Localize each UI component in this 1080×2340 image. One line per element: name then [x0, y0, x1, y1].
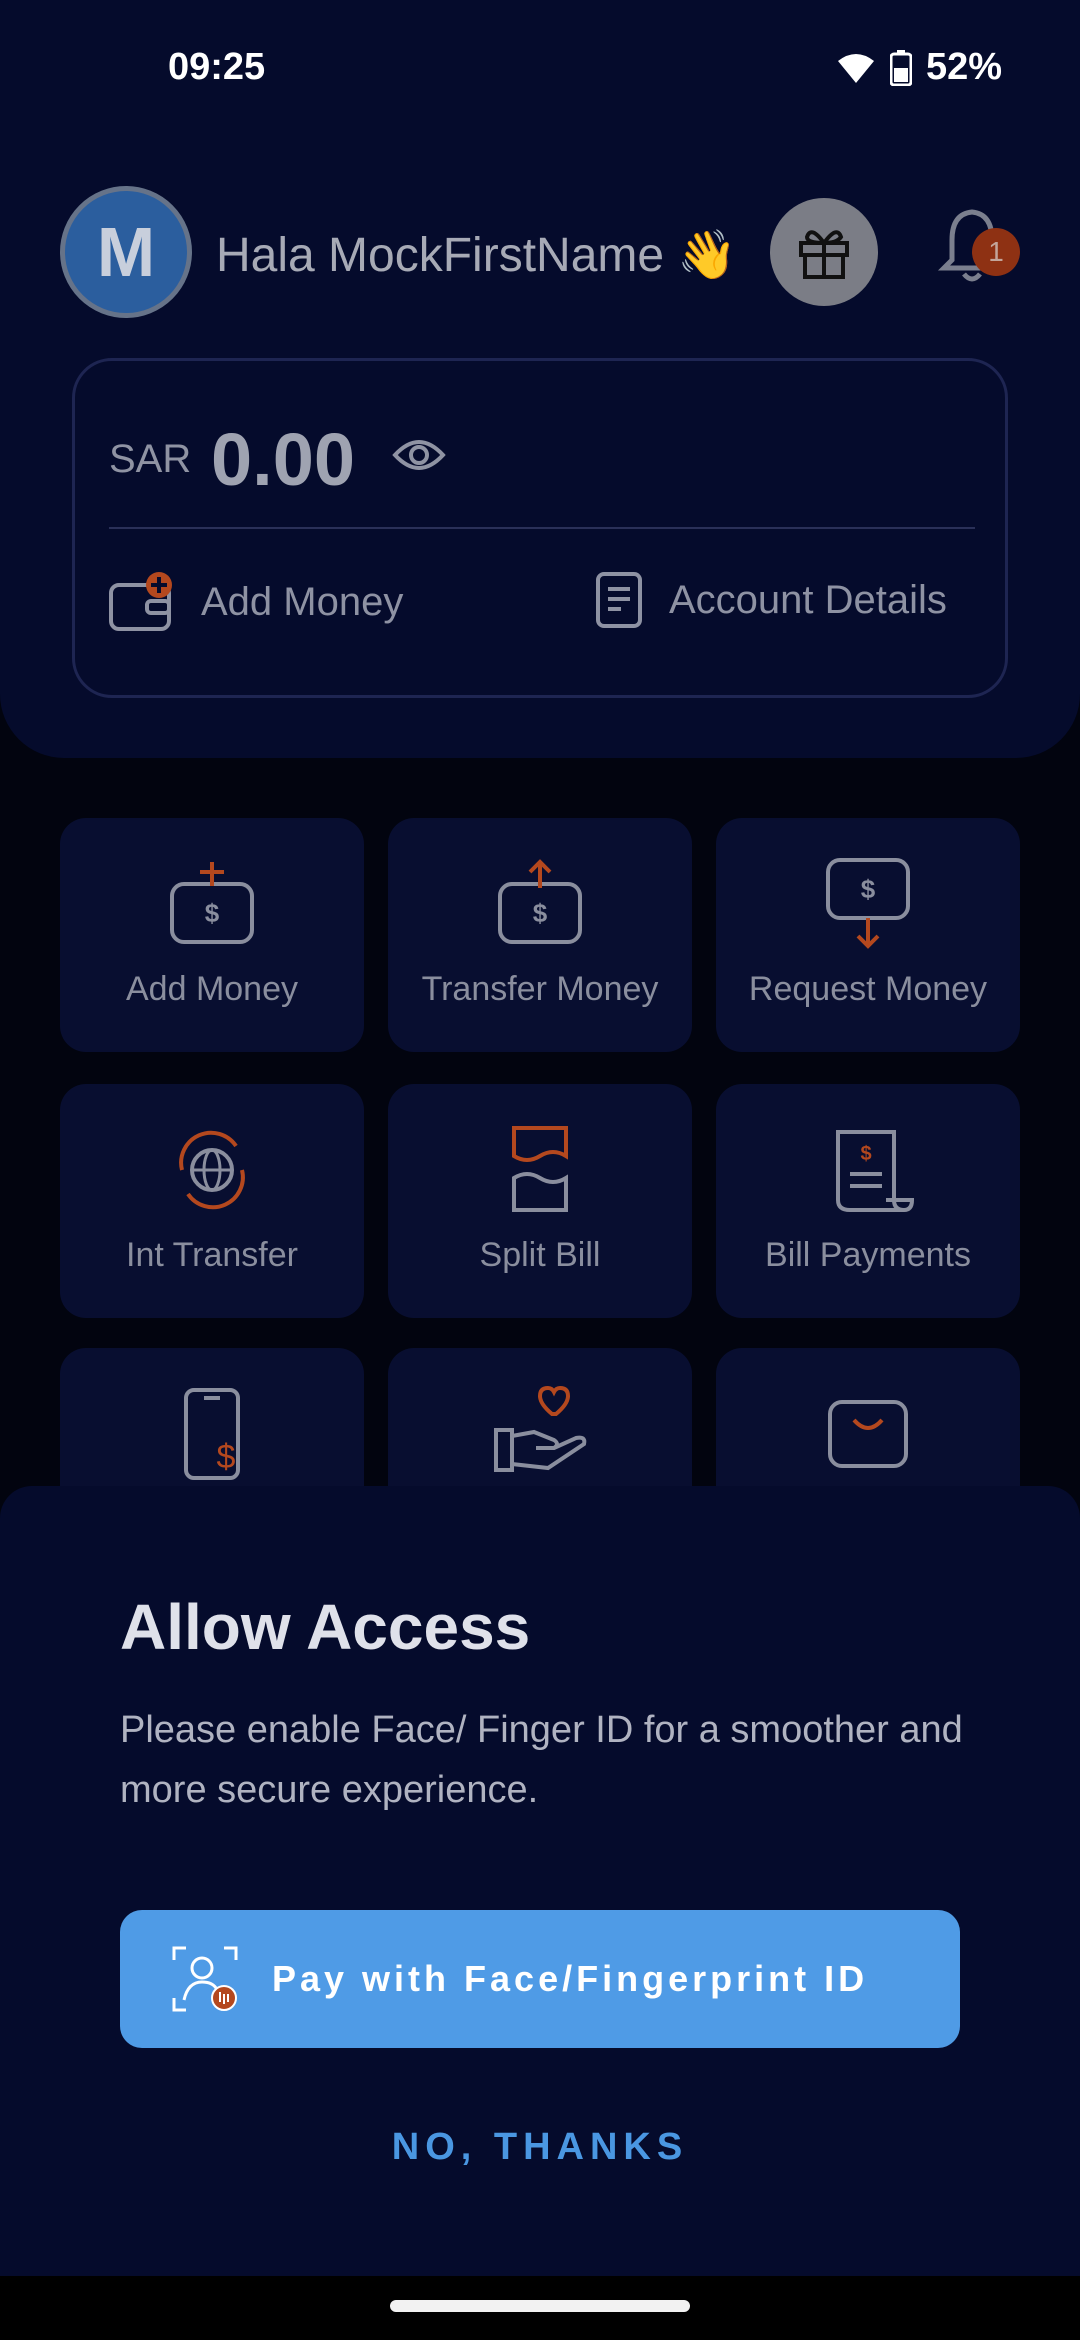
currency-label: SAR	[109, 437, 192, 481]
notification-badge: 1	[972, 228, 1020, 276]
pay-with-biometric-button[interactable]: Pay with Face/Fingerprint ID	[120, 1910, 960, 2048]
sheet-title: Allow Access	[120, 1591, 531, 1663]
tile-label: Int Transfer	[126, 1236, 298, 1274]
battery-icon	[889, 49, 912, 86]
account-details-label: Account Details	[669, 577, 947, 622]
gift-button[interactable]	[770, 198, 878, 306]
allow-access-sheet: Allow Access Please enable Face/ Finger …	[0, 1486, 1080, 2276]
shopping-bag-icon	[828, 1400, 908, 1468]
battery-percent: 52%	[925, 46, 1002, 88]
balance-card: SAR 0.00 Add Money Account Details	[72, 358, 1008, 698]
sheet-description: Please enable Face/ Finger ID for a smoo…	[120, 1709, 963, 1811]
mobile-payment-icon: $	[184, 1388, 240, 1480]
account-details-button[interactable]: Account Details	[595, 571, 947, 629]
tile-label: Split Bill	[479, 1236, 601, 1274]
avatar-initial: M	[96, 213, 156, 291]
wallet-add-icon	[109, 572, 172, 631]
no-thanks-button[interactable]: NO, THANKS	[0, 2126, 1080, 2169]
svg-text:$: $	[217, 1438, 236, 1476]
avatar[interactable]: M	[60, 186, 192, 318]
add-money-label: Add Money	[201, 579, 404, 624]
tile-label: Transfer Money	[421, 970, 659, 1008]
tile-label: Request Money	[748, 970, 988, 1008]
document-icon	[596, 572, 642, 628]
balance-amount: 0.00	[211, 418, 356, 501]
bill-receipt-icon: $	[836, 1130, 915, 1212]
tile-split-bill[interactable]: Split Bill	[388, 1084, 692, 1318]
svg-text:$: $	[205, 898, 220, 928]
tile-request-money[interactable]: $ Request Money	[716, 818, 1020, 1052]
primary-button-label: Pay with Face/Fingerprint ID	[272, 1958, 869, 1999]
status-time: 09:25	[168, 46, 266, 88]
card-divider	[109, 527, 975, 529]
split-bill-icon	[512, 1126, 568, 1212]
eye-icon[interactable]	[391, 435, 447, 475]
header-panel: 09:25 52% M Hala MockFirstName 👋 1 SAR 0…	[0, 0, 1080, 758]
gift-icon	[799, 230, 849, 279]
tile-label: Add Money	[126, 970, 298, 1008]
tile-add-money[interactable]: $ Add Money	[60, 818, 364, 1052]
tile-transfer-money[interactable]: $ Transfer Money	[388, 818, 692, 1052]
add-money-button[interactable]: Add Money	[109, 571, 403, 633]
home-indicator[interactable]	[390, 2300, 690, 2312]
request-money-icon: $	[826, 858, 910, 949]
transfer-money-icon: $	[498, 859, 582, 944]
donation-hand-icon	[494, 1386, 587, 1472]
svg-text:$: $	[860, 1143, 871, 1165]
tile-bill-payments[interactable]: $ Bill Payments	[716, 1084, 1020, 1318]
greeting-text: Hala MockFirstName 👋	[216, 229, 738, 282]
face-id-icon	[172, 1946, 238, 2012]
status-indicators: 52%	[836, 46, 1002, 89]
tile-int-transfer[interactable]: Int Transfer	[60, 1084, 364, 1318]
status-bar: 09:25 52%	[0, 0, 1080, 140]
tile-label: Bill Payments	[765, 1236, 971, 1274]
svg-text:$: $	[861, 874, 876, 904]
globe-icon	[179, 1130, 245, 1210]
wifi-icon	[837, 53, 874, 83]
svg-text:$: $	[533, 898, 548, 928]
add-money-icon: $	[170, 862, 254, 944]
